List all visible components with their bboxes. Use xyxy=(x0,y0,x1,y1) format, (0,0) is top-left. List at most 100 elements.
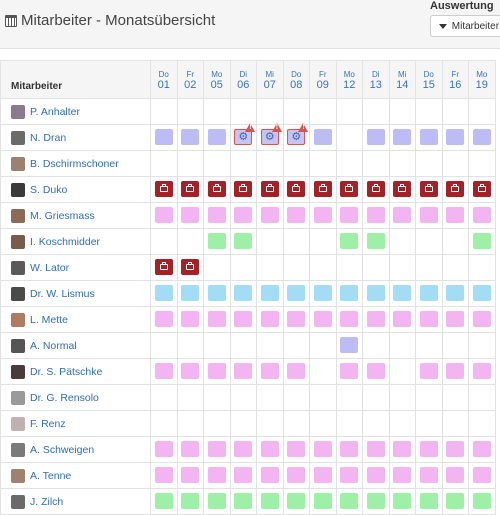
absence-entry[interactable] xyxy=(419,493,438,510)
day-cell[interactable] xyxy=(468,228,496,255)
absence-entry[interactable] xyxy=(181,129,200,146)
employee-name-link[interactable]: J. Zilch xyxy=(30,495,63,507)
day-cell[interactable] xyxy=(335,124,363,151)
absence-entry[interactable] xyxy=(340,337,359,354)
day-cell[interactable] xyxy=(415,254,443,281)
day-cell[interactable] xyxy=(441,124,469,151)
absence-entry[interactable] xyxy=(340,311,359,328)
absence-entry[interactable] xyxy=(366,363,385,380)
day-cell[interactable] xyxy=(388,98,416,125)
day-cell[interactable] xyxy=(415,410,443,437)
day-cell[interactable] xyxy=(441,306,469,333)
employee-name-link[interactable]: Dr. W. Lismus xyxy=(30,287,95,299)
day-cell[interactable] xyxy=(335,98,363,125)
absence-entry[interactable] xyxy=(366,441,385,458)
day-cell[interactable] xyxy=(176,124,204,151)
day-cell[interactable] xyxy=(335,384,363,411)
day-cell[interactable] xyxy=(335,436,363,463)
absence-entry[interactable] xyxy=(207,311,226,328)
day-cell[interactable] xyxy=(256,176,284,203)
day-cell[interactable] xyxy=(468,410,496,437)
day-cell[interactable] xyxy=(468,436,496,463)
absence-entry[interactable] xyxy=(340,441,359,458)
employee-name-link[interactable]: A. Tenne xyxy=(30,469,71,481)
day-cell[interactable] xyxy=(468,332,496,359)
day-cell[interactable] xyxy=(415,150,443,177)
day-cell[interactable] xyxy=(362,176,390,203)
day-cell[interactable] xyxy=(468,280,496,307)
day-cell[interactable] xyxy=(229,202,257,229)
absence-entry[interactable] xyxy=(393,441,412,458)
absence-entry[interactable] xyxy=(340,285,359,302)
employee-name-link[interactable]: A. Normal xyxy=(30,339,77,351)
day-cell[interactable] xyxy=(335,150,363,177)
day-cell[interactable] xyxy=(282,488,310,515)
day-cell[interactable] xyxy=(309,228,337,255)
day-cell[interactable] xyxy=(362,280,390,307)
day-cell[interactable] xyxy=(388,306,416,333)
day-cell[interactable] xyxy=(309,332,337,359)
day-cell[interactable] xyxy=(388,202,416,229)
absence-entry[interactable] xyxy=(207,467,226,484)
absence-entry[interactable] xyxy=(419,441,438,458)
day-cell[interactable] xyxy=(150,488,178,515)
day-cell[interactable] xyxy=(229,98,257,125)
day-cell[interactable] xyxy=(335,176,363,203)
day-cell[interactable] xyxy=(256,254,284,281)
medical-case-icon[interactable] xyxy=(419,181,438,198)
day-cell[interactable] xyxy=(150,228,178,255)
day-cell[interactable] xyxy=(150,306,178,333)
absence-entry[interactable] xyxy=(181,441,200,458)
day-cell[interactable] xyxy=(256,332,284,359)
day-cell[interactable] xyxy=(362,384,390,411)
medical-case-icon[interactable] xyxy=(340,181,359,198)
absence-entry[interactable] xyxy=(287,207,306,224)
day-cell[interactable] xyxy=(362,358,390,385)
day-cell[interactable] xyxy=(282,384,310,411)
absence-entry[interactable] xyxy=(207,441,226,458)
day-cell[interactable] xyxy=(441,228,469,255)
absence-entry[interactable] xyxy=(472,311,491,328)
absence-entry[interactable] xyxy=(419,285,438,302)
day-cell[interactable] xyxy=(203,358,231,385)
employee-name-link[interactable]: L. Mette xyxy=(30,313,68,325)
day-cell[interactable] xyxy=(150,176,178,203)
day-cell[interactable] xyxy=(415,384,443,411)
day-cell[interactable] xyxy=(203,176,231,203)
absence-entry[interactable] xyxy=(287,441,306,458)
day-cell[interactable] xyxy=(176,306,204,333)
absence-entry[interactable] xyxy=(340,233,359,250)
medical-case-icon[interactable] xyxy=(207,181,226,198)
absence-entry[interactable] xyxy=(366,493,385,510)
absence-entry[interactable] xyxy=(340,467,359,484)
day-cell[interactable] xyxy=(309,150,337,177)
day-cell[interactable] xyxy=(203,98,231,125)
employee-name-link[interactable]: P. Anhalter xyxy=(30,105,80,117)
absence-entry[interactable] xyxy=(446,207,465,224)
day-cell[interactable] xyxy=(362,332,390,359)
absence-entry[interactable] xyxy=(234,441,253,458)
day-cell[interactable] xyxy=(229,436,257,463)
absence-entry[interactable] xyxy=(181,363,200,380)
day-cell[interactable] xyxy=(203,124,231,151)
absence-entry[interactable] xyxy=(393,311,412,328)
absence-entry[interactable] xyxy=(313,467,332,484)
day-cell[interactable] xyxy=(203,202,231,229)
day-cell[interactable] xyxy=(229,332,257,359)
day-cell[interactable] xyxy=(468,358,496,385)
day-cell[interactable] xyxy=(309,462,337,489)
filter-employees-button[interactable]: Mitarbeiter filtern xyxy=(430,15,500,37)
absence-entry[interactable] xyxy=(313,207,332,224)
day-cell[interactable] xyxy=(150,358,178,385)
day-cell[interactable] xyxy=(415,488,443,515)
day-cell[interactable] xyxy=(362,410,390,437)
absence-entry[interactable] xyxy=(154,129,173,146)
day-cell[interactable] xyxy=(388,358,416,385)
day-cell[interactable] xyxy=(229,228,257,255)
day-cell[interactable] xyxy=(282,306,310,333)
day-cell[interactable] xyxy=(282,332,310,359)
absence-entry[interactable] xyxy=(207,493,226,510)
medical-case-icon[interactable] xyxy=(154,181,173,198)
absence-entry[interactable] xyxy=(472,441,491,458)
day-cell[interactable] xyxy=(256,462,284,489)
